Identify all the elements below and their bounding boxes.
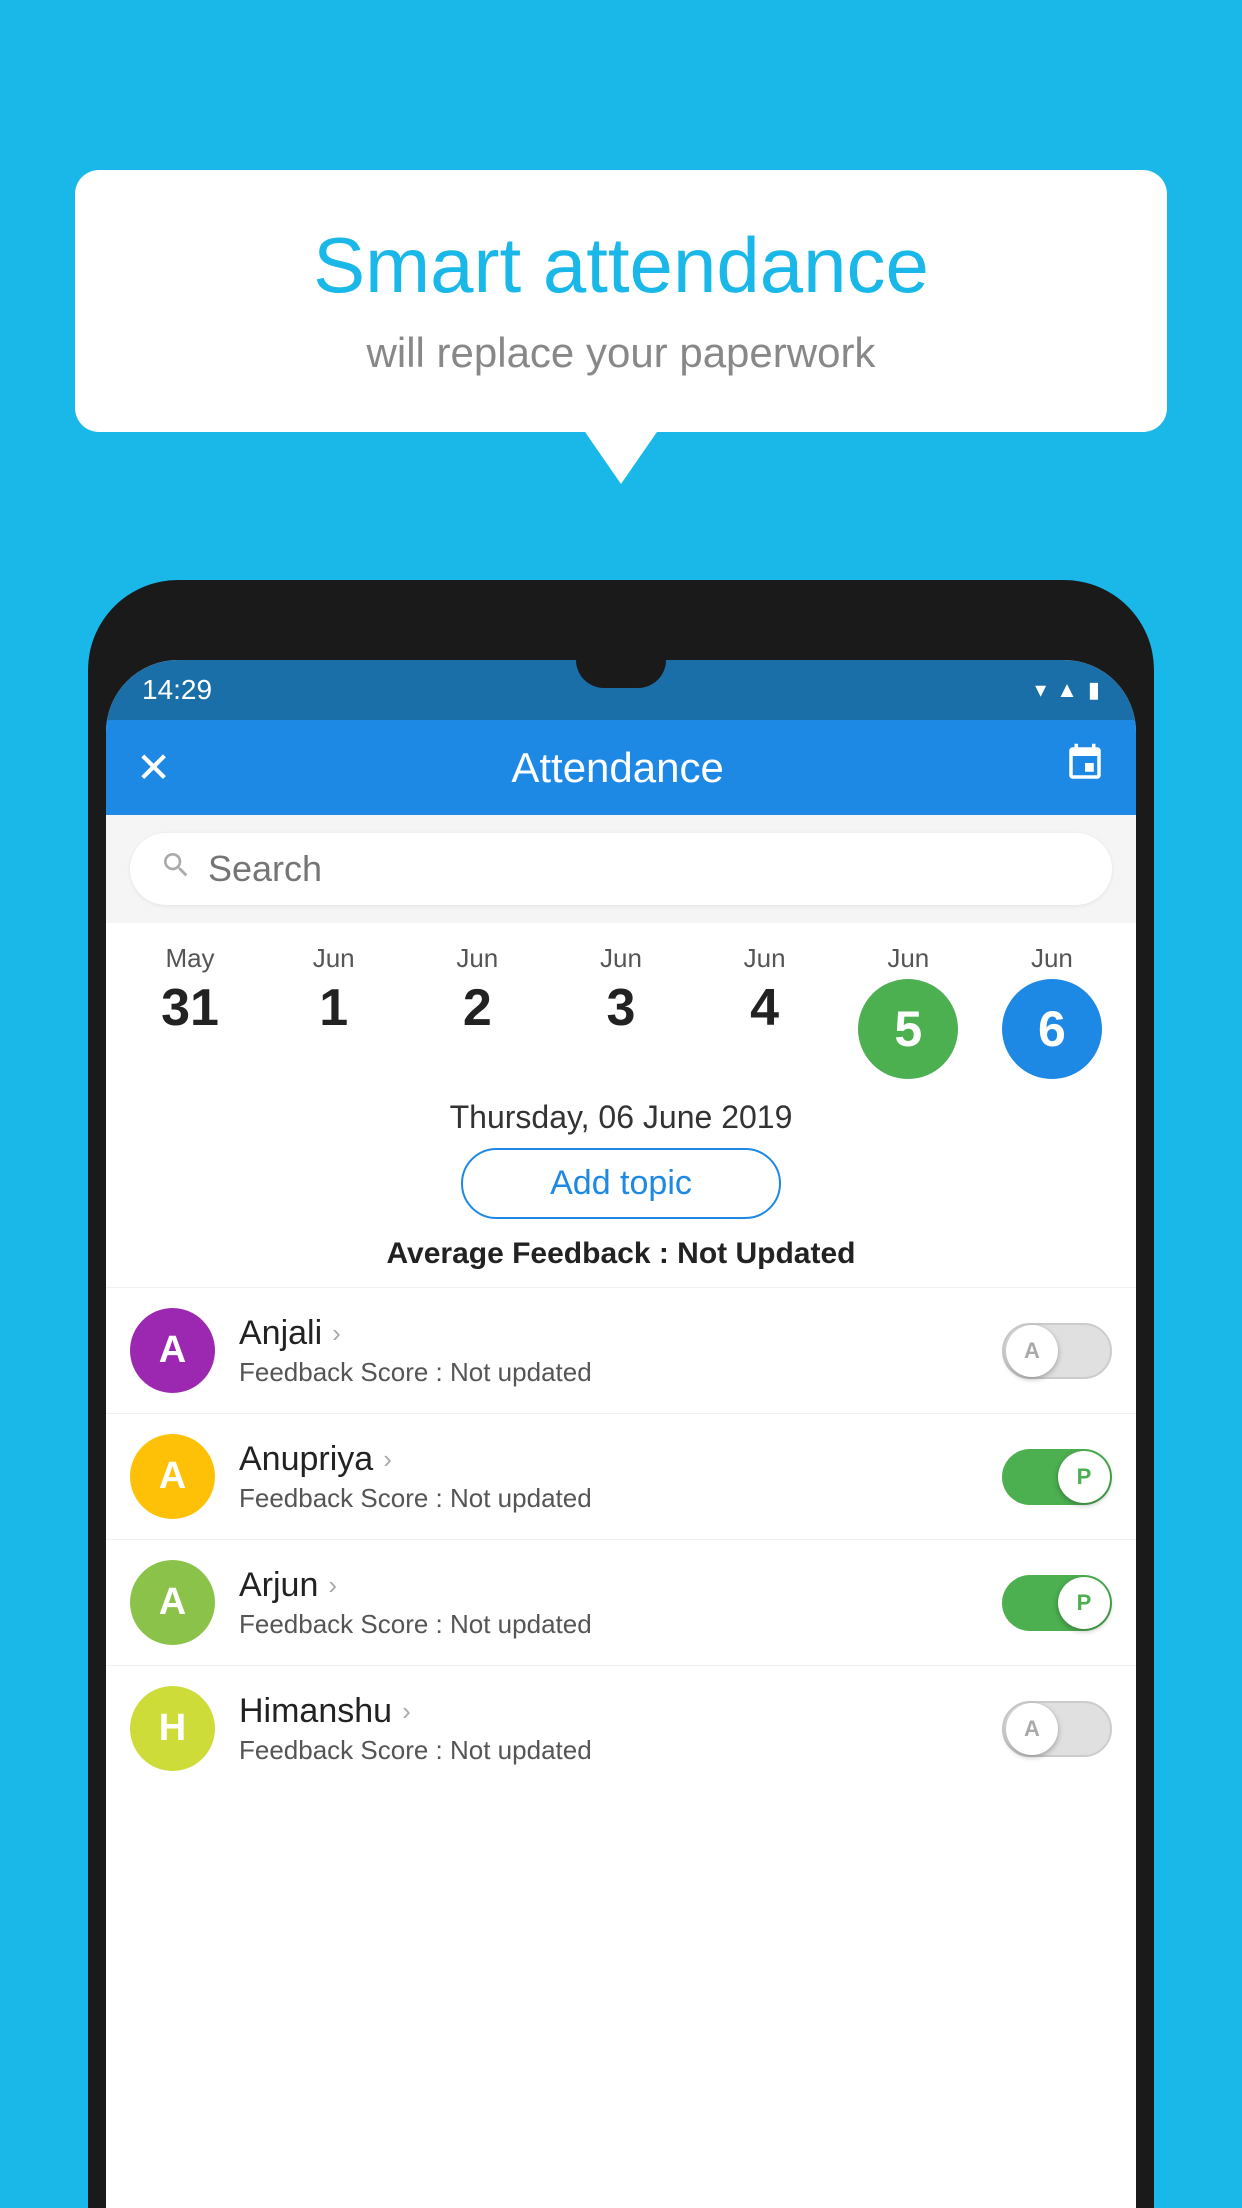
close-icon[interactable]: ✕ bbox=[136, 743, 171, 792]
student-list: A Anjali › Feedback Score : Not updated … bbox=[106, 1287, 1136, 1791]
avg-feedback-value: Not Updated bbox=[677, 1237, 855, 1270]
chevron-icon-arjun: › bbox=[328, 1570, 337, 1601]
toggle-anupriya[interactable]: P bbox=[1002, 1449, 1112, 1505]
avatar-anjali: A bbox=[130, 1308, 215, 1393]
student-item-arjun[interactable]: A Arjun › Feedback Score : Not updated P bbox=[106, 1539, 1136, 1665]
toggle-knob-arjun: P bbox=[1058, 1577, 1110, 1629]
toggle-himanshu[interactable]: A bbox=[1002, 1701, 1112, 1757]
student-info-anupriya: Anupriya › Feedback Score : Not updated bbox=[215, 1440, 1002, 1514]
student-info-anjali: Anjali › Feedback Score : Not updated bbox=[215, 1314, 1002, 1388]
chevron-icon-anupriya: › bbox=[383, 1444, 392, 1475]
student-info-arjun: Arjun › Feedback Score : Not updated bbox=[215, 1566, 1002, 1640]
student-name-arjun: Arjun bbox=[239, 1566, 318, 1605]
toggle-knob-anupriya: P bbox=[1058, 1451, 1110, 1503]
calendar-day-3[interactable]: Jun 3 bbox=[561, 943, 681, 1079]
attendance-toggle-arjun[interactable]: P bbox=[1002, 1575, 1112, 1631]
add-topic-button[interactable]: Add topic bbox=[461, 1148, 781, 1219]
attendance-toggle-anupriya[interactable]: P bbox=[1002, 1449, 1112, 1505]
toggle-anjali[interactable]: A bbox=[1002, 1323, 1112, 1379]
calendar-day-5[interactable]: Jun 5 bbox=[848, 943, 968, 1079]
phone-frame: 14:29 ▾ ▲ ▮ ✕ Attendance bbox=[88, 580, 1154, 2208]
calendar-day-6-circle: 6 bbox=[1002, 979, 1102, 1079]
average-feedback: Average Feedback : Not Updated bbox=[106, 1237, 1136, 1287]
student-info-himanshu: Himanshu › Feedback Score : Not updated bbox=[215, 1692, 1002, 1766]
avg-feedback-label: Average Feedback : bbox=[386, 1237, 677, 1270]
calendar-icon[interactable] bbox=[1064, 742, 1106, 794]
bubble-title: Smart attendance bbox=[135, 220, 1107, 311]
app-bar: ✕ Attendance bbox=[106, 720, 1136, 815]
student-item-himanshu[interactable]: H Himanshu › Feedback Score : Not update… bbox=[106, 1665, 1136, 1791]
app-bar-title: Attendance bbox=[511, 744, 724, 792]
search-input[interactable] bbox=[208, 848, 1082, 890]
search-bar bbox=[130, 833, 1112, 905]
student-item-anjali[interactable]: A Anjali › Feedback Score : Not updated … bbox=[106, 1287, 1136, 1413]
status-icons: ▾ ▲ ▮ bbox=[1035, 677, 1100, 703]
search-bar-wrapper bbox=[106, 815, 1136, 923]
chevron-icon-anjali: › bbox=[332, 1318, 341, 1349]
student-name-anjali: Anjali bbox=[239, 1314, 322, 1353]
avatar-arjun: A bbox=[130, 1560, 215, 1645]
calendar-day-2[interactable]: Jun 2 bbox=[417, 943, 537, 1079]
speech-bubble: Smart attendance will replace your paper… bbox=[75, 170, 1167, 432]
search-icon bbox=[160, 849, 192, 889]
toggle-knob-himanshu: A bbox=[1006, 1703, 1058, 1755]
status-time: 14:29 bbox=[142, 674, 212, 706]
calendar-day-4[interactable]: Jun 4 bbox=[705, 943, 825, 1079]
wifi-icon: ▾ bbox=[1035, 677, 1046, 703]
calendar-row: May 31 Jun 1 Jun 2 Jun 3 Jun 4 Jun bbox=[106, 923, 1136, 1079]
phone-screen: 14:29 ▾ ▲ ▮ ✕ Attendance bbox=[106, 660, 1136, 2208]
attendance-toggle-anjali[interactable]: A bbox=[1002, 1323, 1112, 1379]
avatar-himanshu: H bbox=[130, 1686, 215, 1771]
student-name-himanshu: Himanshu bbox=[239, 1692, 392, 1731]
calendar-day-0[interactable]: May 31 bbox=[130, 943, 250, 1079]
chevron-icon-himanshu: › bbox=[402, 1696, 411, 1727]
phone-notch bbox=[576, 660, 666, 688]
toggle-arjun[interactable]: P bbox=[1002, 1575, 1112, 1631]
attendance-toggle-himanshu[interactable]: A bbox=[1002, 1701, 1112, 1757]
student-item-anupriya[interactable]: A Anupriya › Feedback Score : Not update… bbox=[106, 1413, 1136, 1539]
calendar-day-6[interactable]: Jun 6 bbox=[992, 943, 1112, 1079]
signal-icon: ▲ bbox=[1056, 677, 1078, 703]
student-name-anupriya: Anupriya bbox=[239, 1440, 373, 1479]
avatar-anupriya: A bbox=[130, 1434, 215, 1519]
battery-icon: ▮ bbox=[1088, 677, 1100, 703]
toggle-knob-anjali: A bbox=[1006, 1325, 1058, 1377]
calendar-day-1[interactable]: Jun 1 bbox=[274, 943, 394, 1079]
calendar-day-5-circle: 5 bbox=[858, 979, 958, 1079]
bubble-subtitle: will replace your paperwork bbox=[135, 329, 1107, 377]
selected-date: Thursday, 06 June 2019 bbox=[106, 1079, 1136, 1148]
